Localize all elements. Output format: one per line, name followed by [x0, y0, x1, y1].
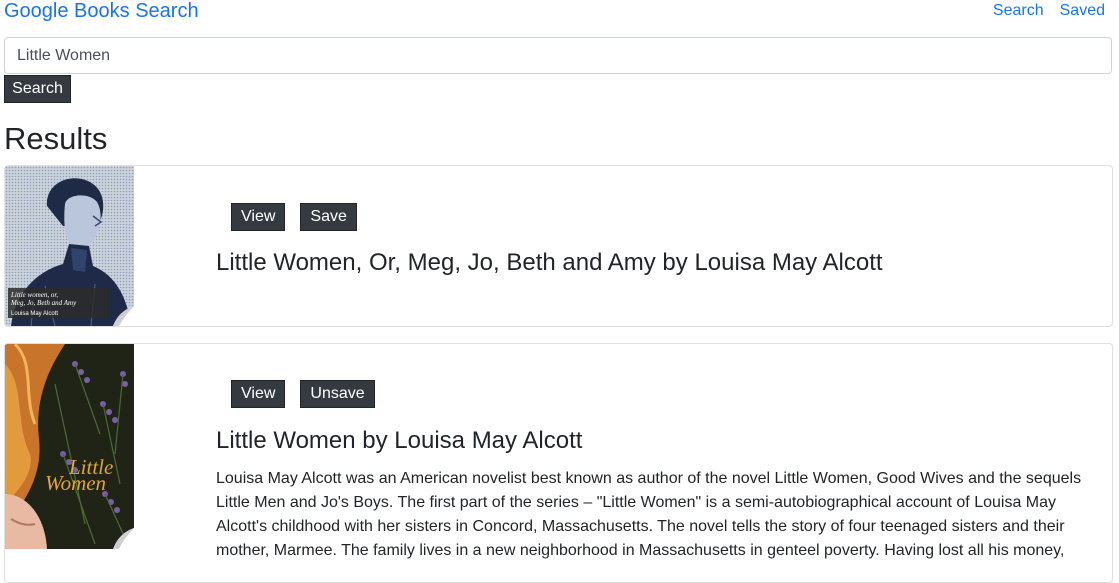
brand-link[interactable]: Google Books Search: [4, 0, 199, 24]
top-nav: Search Saved: [993, 1, 1105, 21]
result-card: Little Women View Unsave Little Women by…: [4, 343, 1113, 583]
save-button[interactable]: Save: [300, 203, 357, 231]
results-heading: Results: [4, 121, 108, 156]
result-card: Little women, or, Meg, Jo, Beth and Amy …: [4, 165, 1113, 327]
unsave-button[interactable]: Unsave: [300, 380, 375, 408]
search-button[interactable]: Search: [4, 75, 71, 103]
result-title: Little Women by Louisa May Alcott: [216, 427, 583, 454]
result-title: Little Women, Or, Meg, Jo, Beth and Amy …: [216, 249, 883, 276]
result-actions: View Save: [231, 203, 357, 231]
view-button[interactable]: View: [231, 380, 286, 408]
nav-saved-link[interactable]: Saved: [1060, 1, 1105, 21]
book-cover-image: Little Women: [5, 344, 134, 549]
nav-search-link[interactable]: Search: [993, 1, 1044, 21]
result-actions: View Unsave: [231, 380, 375, 408]
cover-title-line-1: Little women, or,: [10, 291, 58, 299]
book-cover-image: Little women, or, Meg, Jo, Beth and Amy …: [5, 166, 134, 326]
cover-author: Louisa May Alcott: [11, 311, 58, 317]
result-description: Louisa May Alcott was an American noveli…: [216, 470, 1082, 559]
cover-title-line-2: Meg, Jo, Beth and Amy: [10, 299, 77, 307]
cover-title-line-2: Women: [45, 471, 106, 495]
view-button[interactable]: View: [231, 203, 286, 231]
search-input[interactable]: [4, 37, 1112, 74]
